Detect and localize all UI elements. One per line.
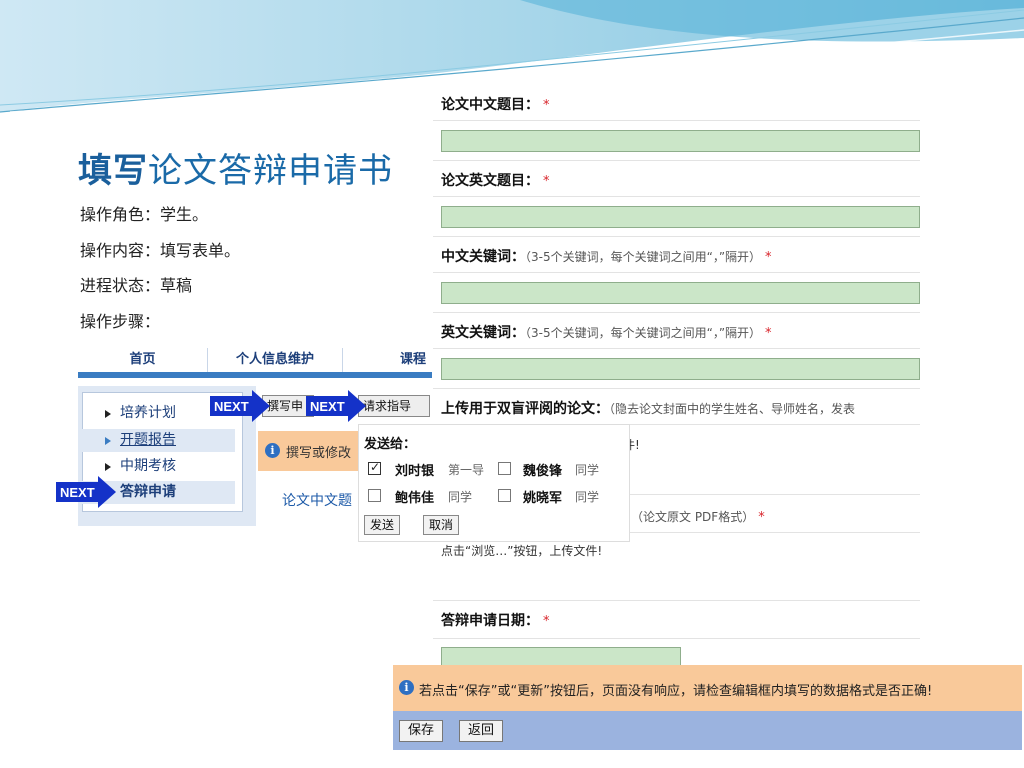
recipient-name: 姚晓军	[523, 491, 563, 506]
operation-steps: 操作步骤：	[80, 312, 161, 331]
next-arrow-label: NEXT	[214, 399, 249, 414]
required-mark: *	[543, 614, 550, 629]
upload-blind-label: 上传用于双盲评阅的论文：（隐去论文封面中的学生姓名、导师姓名，发表	[441, 401, 856, 417]
triangle-right-icon	[105, 410, 111, 418]
divider	[433, 600, 920, 601]
recipient-name: 魏俊锋	[523, 464, 563, 479]
cn-title-label: 论文中文题目： *	[441, 97, 550, 113]
next-arrow-icon: NEXT	[56, 476, 116, 508]
recipient-checkbox[interactable]	[368, 489, 381, 502]
sidebar-item-midterm[interactable]: 中期考核	[82, 455, 235, 478]
required-mark: *	[765, 326, 772, 341]
send-to-popup: 发送给： 刘时银 第一导 魏俊锋 同学 鲍伟佳 同学 姚晓军 同学 发送 取消	[358, 424, 630, 542]
top-nav: 首页 个人信息维护 课程	[78, 348, 432, 378]
form-field-link[interactable]: 论文中文题	[282, 490, 352, 510]
recipient-checkbox[interactable]	[498, 489, 511, 502]
en-keywords-input[interactable]	[441, 358, 920, 380]
triangle-right-icon	[105, 437, 111, 445]
operation-role: 操作角色：学生。	[80, 205, 209, 224]
defense-application-form: 论文中文题目： * 论文英文题目： * 中文关键词：（3-5个关键词，每个关键词之间…	[433, 86, 920, 669]
recipient-checkbox[interactable]	[498, 462, 511, 475]
tab-courses[interactable]: 课程	[343, 348, 432, 372]
recipient-name: 刘时银	[395, 464, 435, 479]
divider	[433, 388, 920, 389]
upload-original-label: ：（论文原文 PDF格式） *	[623, 509, 765, 525]
back-button[interactable]: 返回	[459, 720, 504, 742]
en-title-input[interactable]	[441, 206, 920, 228]
required-mark: *	[758, 510, 765, 525]
warning-text: 撰写或修改	[286, 446, 352, 461]
tab-home[interactable]: 首页	[78, 348, 208, 372]
en-title-label: 论文英文题目： *	[441, 173, 550, 189]
page-title-bold: 填写	[78, 151, 148, 191]
cn-keywords-label: 中文关键词：（3-5个关键词，每个关键词之间用“，”隔开） *	[441, 249, 772, 265]
popup-title: 发送给：	[364, 437, 417, 452]
cn-title-input[interactable]	[441, 130, 920, 152]
operation-content: 操作内容：填写表单。	[80, 241, 241, 260]
page-title: 填写论文答辩申请书	[78, 143, 393, 192]
cancel-button[interactable]: 取消	[423, 515, 460, 535]
divider	[433, 120, 920, 121]
next-arrow-icon: NEXT	[306, 390, 366, 422]
divider	[433, 638, 920, 639]
tab-personal-info[interactable]: 个人信息维护	[208, 348, 343, 372]
sidebar-item-label: 答辩申请	[120, 484, 176, 500]
next-arrow-label: NEXT	[310, 399, 345, 414]
defense-date-label: 答辩申请日期： *	[441, 613, 550, 629]
divider	[433, 272, 920, 273]
triangle-right-icon	[105, 463, 111, 471]
page-title-rest: 论文答辩申请书	[148, 151, 393, 191]
en-keywords-label: 英文关键词：（3-5个关键词，每个关键词之间用“，”隔开） *	[441, 325, 772, 341]
recipient-role: 同学	[448, 490, 473, 504]
recipient-role: 第一导	[448, 463, 485, 477]
divider	[433, 196, 920, 197]
recipient-checkbox[interactable]	[368, 460, 381, 475]
next-arrow-icon: NEXT	[210, 390, 270, 422]
process-status: 进程状态：草稿	[80, 276, 193, 295]
divider	[433, 348, 920, 349]
cn-keywords-input[interactable]	[441, 282, 920, 304]
request-guidance-button[interactable]: 请求指导	[358, 395, 430, 417]
required-mark: *	[765, 250, 772, 265]
sidebar-item-label: 中期考核	[120, 458, 176, 474]
save-button[interactable]: 保存	[399, 720, 444, 742]
recipient-role: 同学	[575, 463, 600, 477]
divider	[433, 236, 920, 237]
footer-button-bar: 保存 返回	[393, 711, 1022, 750]
divider	[433, 160, 920, 161]
sidebar-item-label: 培养计划	[120, 405, 176, 421]
recipient-role: 同学	[575, 490, 600, 504]
sidebar-item-label: 开题报告	[120, 432, 176, 448]
footer-warning: i 若点击“保存”或“更新”按钮后，页面没有响应，请检查编辑框内填写的数据格式是…	[393, 665, 1022, 711]
footer-warning-text: 若点击“保存”或“更新”按钮后，页面没有响应，请检查编辑框内填写的数据格式是否正…	[419, 684, 933, 699]
sidebar-item-proposal[interactable]: 开题报告	[82, 429, 235, 452]
send-button[interactable]: 发送	[364, 515, 401, 535]
recipient-name: 鲍伟佳	[395, 491, 435, 506]
required-mark: *	[543, 174, 550, 189]
info-icon: i	[265, 443, 280, 458]
next-arrow-label: NEXT	[60, 485, 95, 500]
divider	[433, 312, 920, 313]
warning-strip: i 撰写或修改	[258, 431, 360, 471]
upload-note: 点击“浏览…”按钮，上传文件!	[441, 544, 603, 558]
required-mark: *	[543, 98, 550, 113]
info-icon: i	[399, 680, 414, 695]
